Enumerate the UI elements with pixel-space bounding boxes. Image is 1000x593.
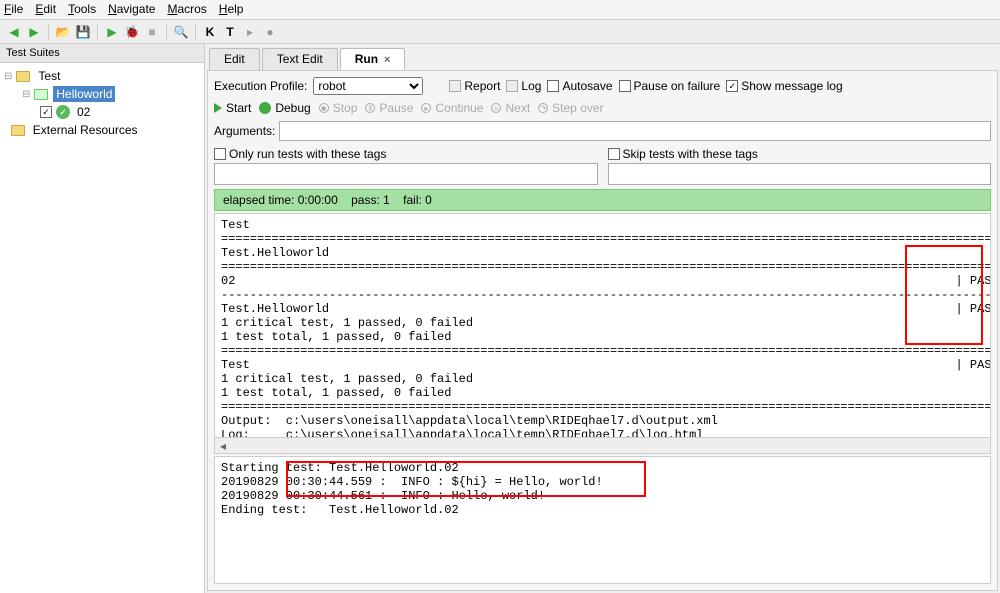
run-icon[interactable]: ▶ (104, 24, 120, 40)
exec-profile-label: Execution Profile: (214, 79, 307, 93)
report-link[interactable]: Report (464, 79, 500, 93)
sidebar: Test Suites ⊟ Test ⊟ Helloworld ✓ ✓ 02 (0, 44, 205, 593)
tree-root[interactable]: ⊟ Test (2, 67, 202, 85)
record-icon[interactable]: ● (262, 24, 278, 40)
exec-profile-select[interactable]: robot (313, 77, 423, 95)
menu-macros[interactable]: Macros (167, 2, 206, 17)
pause-icon: ‖ (365, 103, 375, 113)
menu-tools[interactable]: Tools (68, 2, 96, 17)
folder-icon (11, 125, 25, 136)
keyword-icon[interactable]: K (202, 24, 218, 40)
horizontal-scrollbar[interactable]: ◂ (214, 438, 991, 454)
log-link[interactable]: Log (521, 79, 541, 93)
pause-button[interactable]: ‖Pause (365, 101, 413, 115)
back-icon[interactable]: ◀ (6, 24, 22, 40)
pause-checkbox[interactable] (619, 80, 631, 92)
debug-icon[interactable]: 🐞 (124, 24, 140, 40)
menu-navigate[interactable]: Navigate (108, 2, 155, 17)
tab-run[interactable]: Run× (340, 48, 406, 70)
skip-tags-checkbox[interactable] (608, 148, 620, 160)
stop-icon: ■ (319, 103, 329, 113)
tree-external[interactable]: External Resources (2, 121, 202, 139)
case-pass-icon: ✓ (56, 105, 70, 119)
play-icon[interactable]: ▸ (242, 24, 258, 40)
tree: ⊟ Test ⊟ Helloworld ✓ ✓ 02 External Reso… (0, 63, 204, 143)
content-area: Edit Text Edit Run× Execution Profile: r… (205, 44, 1000, 593)
sidebar-title: Test Suites (0, 44, 204, 63)
showmsg-checkbox[interactable]: ✓ (726, 80, 738, 92)
run-panel: Execution Profile: robot Report Log Auto… (207, 70, 998, 591)
continue-icon: ▸ (421, 103, 431, 113)
tab-edit[interactable]: Edit (209, 48, 260, 70)
case-checkbox[interactable]: ✓ (40, 106, 52, 118)
debug-button[interactable]: Debug (259, 101, 310, 115)
next-button[interactable]: »Next (491, 101, 530, 115)
report-icon (449, 80, 461, 92)
testcase-icon[interactable]: T (222, 24, 238, 40)
stop-button[interactable]: ■Stop (319, 101, 358, 115)
next-icon: » (491, 103, 501, 113)
menu-edit[interactable]: Edit (35, 2, 56, 17)
toolbar: ◀ ▶ 📂 💾 ▶ 🐞 ■ 🔍 K T ▸ ● (0, 20, 1000, 44)
status-bar: elapsed time: 0:00:00 pass: 1 fail: 0 (214, 189, 991, 211)
log-icon (506, 80, 518, 92)
close-icon[interactable]: × (384, 54, 390, 66)
menubar: File Edit Tools Navigate Macros Help (0, 0, 1000, 20)
skip-tags-input[interactable] (608, 163, 992, 185)
stepover-button[interactable]: ↷Step over (538, 101, 603, 115)
tree-case[interactable]: ✓ ✓ 02 (2, 103, 202, 121)
bug-icon (259, 102, 271, 114)
autosave-checkbox[interactable] (547, 80, 559, 92)
folder-icon (16, 71, 30, 82)
search-icon[interactable]: 🔍 (173, 24, 189, 40)
open-icon[interactable]: 📂 (55, 24, 71, 40)
continue-button[interactable]: ▸Continue (421, 101, 483, 115)
arguments-label: Arguments: (214, 124, 275, 138)
only-tags-checkbox[interactable] (214, 148, 226, 160)
only-tags-input[interactable] (214, 163, 598, 185)
tabs: Edit Text Edit Run× (205, 44, 1000, 70)
stop-icon[interactable]: ■ (144, 24, 160, 40)
play-icon (214, 103, 222, 113)
arguments-input[interactable] (279, 121, 991, 141)
save-icon[interactable]: 💾 (75, 24, 91, 40)
menu-help[interactable]: Help (219, 2, 244, 17)
menu-file[interactable]: File (4, 2, 23, 17)
tree-suite[interactable]: ⊟ Helloworld (2, 85, 202, 103)
forward-icon[interactable]: ▶ (26, 24, 42, 40)
tab-textedit[interactable]: Text Edit (262, 48, 338, 70)
message-log[interactable]: Starting test: Test.Helloworld.02 201908… (214, 456, 991, 584)
stepover-icon: ↷ (538, 103, 548, 113)
start-button[interactable]: Start (214, 101, 251, 115)
output-console[interactable]: Test ===================================… (214, 213, 991, 438)
suite-icon (34, 89, 48, 100)
